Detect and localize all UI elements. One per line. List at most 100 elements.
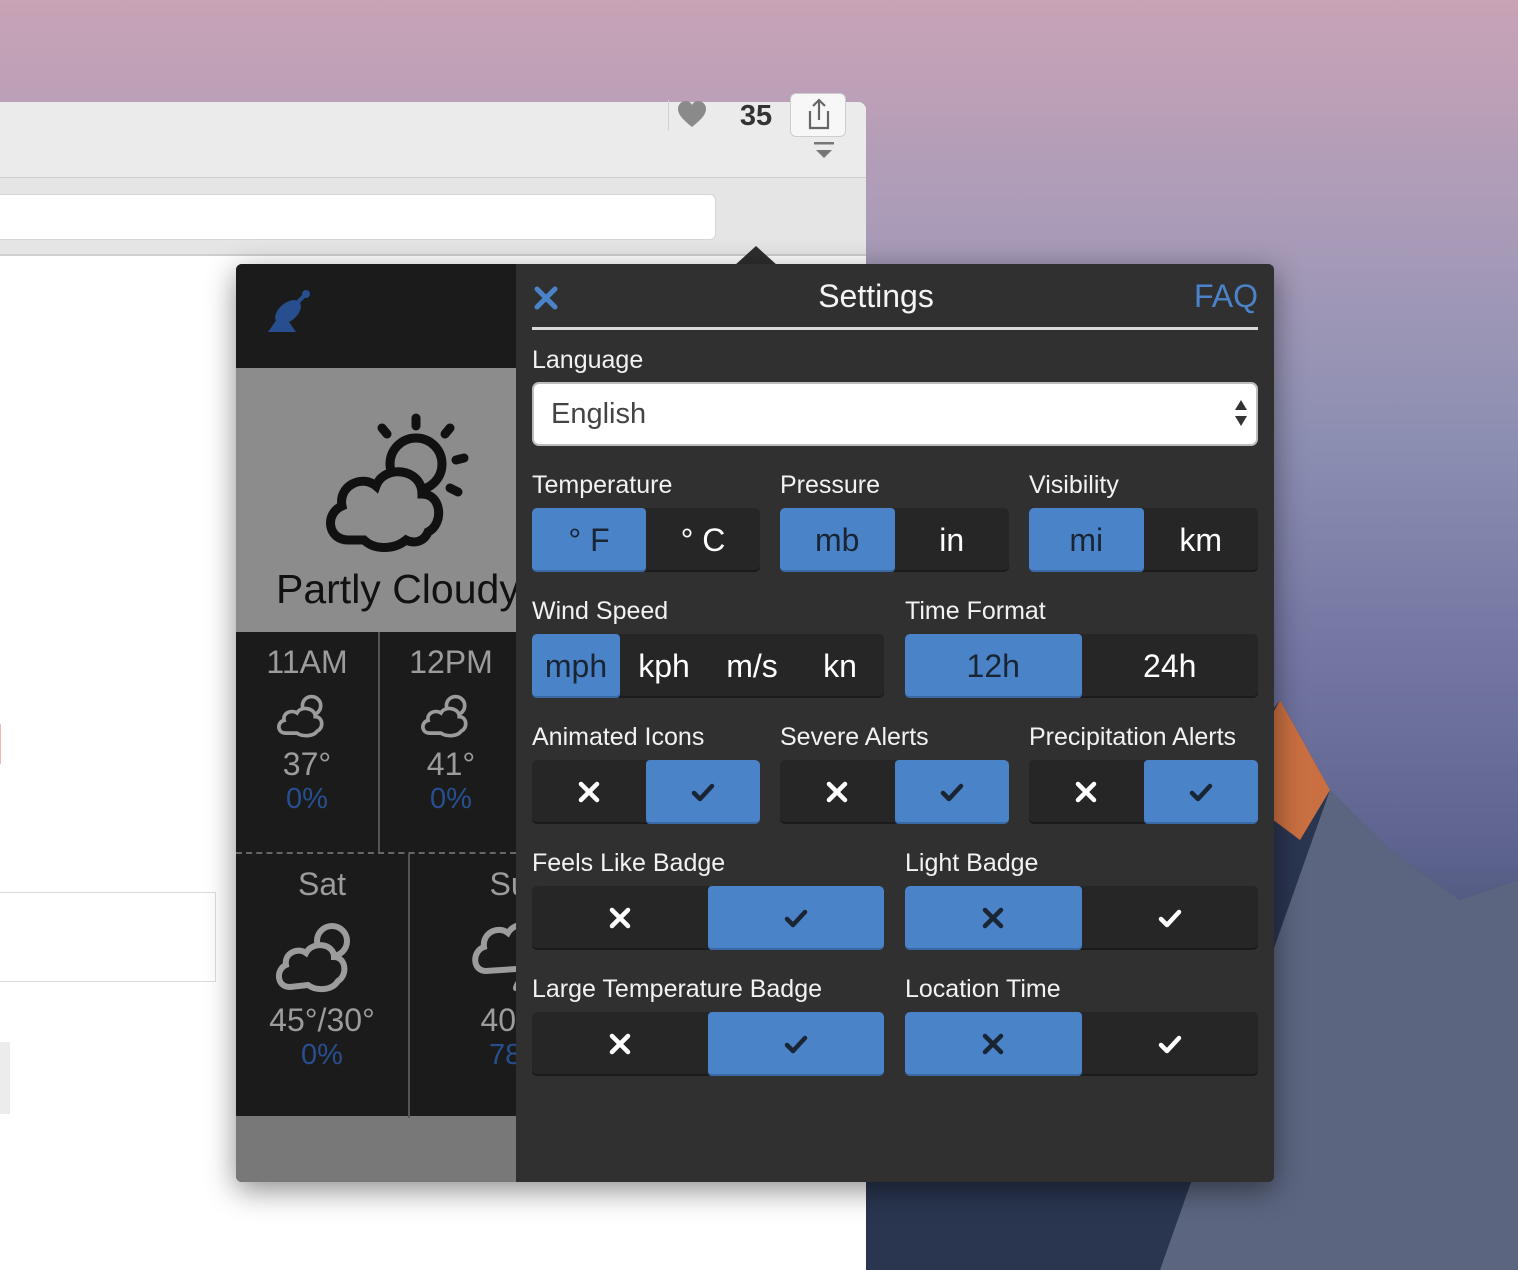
wind-speed-unit-toggle: mph kph m/s kn [532,634,884,698]
temperature-label: Temperature [532,471,673,499]
hour-precipitation: 0% [430,783,472,815]
hourly-forecast: 11AM 37° 0% 12PM 41° 0% [236,632,516,852]
severe-alerts-toggle [780,760,1009,824]
precipitation-alerts-on-option[interactable] [1143,760,1258,824]
day-label: Sun [489,866,516,902]
browser-toolbar [0,178,866,256]
settings-title: Settings [818,278,934,314]
light-badge-on-option[interactable] [1082,886,1259,950]
feels-like-badge-toggle [532,886,884,950]
forecast-divider [408,854,410,1118]
kilometers-option[interactable]: km [1144,508,1259,572]
day-temperature-range: 45°/30° [269,1002,375,1038]
day-temperature-range: 40°/3 [480,1002,516,1038]
weather-panel: Partly Cloudy 11AM 37° 0% 12PM 41° 0% Sa… [236,264,516,1182]
hour-temperature: 41° [426,746,476,782]
popup-caret [734,246,778,266]
time-format-label: Time Format [905,597,1046,625]
fahrenheit-option[interactable]: ° F [532,508,646,572]
animated-icons-on-option[interactable] [646,760,760,824]
day-precipitation: 0% [301,1039,343,1071]
large-temperature-badge-label: Large Temperature Badge [532,975,823,1003]
settings-panel: Settings FAQ Language English Temperatur… [516,264,1274,1182]
location-time-on-option[interactable] [1082,1012,1259,1076]
location-time-off-option[interactable] [905,1012,1082,1076]
x-mark-icon [1076,781,1097,803]
partly-cloudy-icon [421,694,468,738]
satellite-dish-logo-icon[interactable] [262,288,312,340]
x-mark-icon [609,1033,631,1055]
x-mark-icon [983,1033,1004,1055]
page-content-block [0,1042,10,1114]
checkmark-icon [691,783,715,802]
inches-option[interactable]: in [895,508,1010,572]
partly-cloudy-icon [277,694,324,738]
page-content-box [0,892,216,982]
severe-alerts-on-option[interactable] [894,760,1009,824]
large-temperature-badge-toggle [532,1012,884,1076]
24h-option[interactable]: 24h [1082,634,1259,698]
visibility-label: Visibility [1029,471,1119,499]
celsius-option[interactable]: ° C [646,508,760,572]
weather-header [236,264,516,368]
title-divider [532,327,1258,330]
address-bar-divider [668,100,669,130]
feels-like-badge-label: Feels Like Badge [532,849,726,877]
light-badge-label: Light Badge [905,849,1039,877]
hour-label: 12PM [409,644,493,680]
hour-label: 11AM [266,644,348,680]
x-mark-icon [983,907,1004,929]
location-time-toggle [905,1012,1258,1076]
extension-temperature-badge[interactable]: 35 [730,96,782,136]
animated-icons-toggle [532,760,760,824]
current-condition-text: Partly Cloudy [276,566,516,612]
x-mark-icon [827,781,848,803]
knots-option[interactable]: kn [796,634,884,698]
x-mark-icon [578,781,600,803]
12h-option[interactable]: 12h [905,634,1082,698]
select-arrows-icon [1235,400,1247,426]
weather-extension-popup: Partly Cloudy 11AM 37° 0% 12PM 41° 0% Sa… [236,264,1274,1182]
checkmark-icon [1189,783,1212,802]
mph-option[interactable]: mph [532,634,620,698]
precipitation-alerts-label: Precipitation Alerts [1029,723,1237,751]
animated-icons-off-option[interactable] [532,760,646,824]
daily-item: Sun 40°/3 78% [432,866,516,1072]
wind-speed-label: Wind Speed [532,597,669,625]
severe-alerts-off-option[interactable] [780,760,895,824]
miles-option[interactable]: mi [1029,508,1144,572]
rain-cloud-icon [472,923,516,991]
language-label: Language [532,346,644,374]
partly-cloudy-icon [276,923,350,993]
hourly-item: 12PM 41° 0% [380,644,516,816]
large-temperature-badge-off-option[interactable] [532,1012,708,1076]
meters-per-second-option[interactable]: m/s [708,634,796,698]
time-format-toggle: 12h 24h [905,634,1258,698]
precipitation-alerts-toggle [1029,760,1258,824]
checkmark-icon [784,909,808,928]
faq-link[interactable]: FAQ [1156,278,1258,315]
severe-alerts-label: Severe Alerts [780,723,929,751]
day-precipitation: 78% [488,1039,516,1071]
close-icon[interactable] [532,284,560,312]
partly-cloudy-icon [326,413,469,552]
large-temperature-badge-on-option[interactable] [708,1012,884,1076]
feels-like-badge-off-option[interactable] [532,886,708,950]
light-badge-off-option[interactable] [905,886,1082,950]
precipitation-alerts-off-option[interactable] [1029,760,1144,824]
checkmark-icon [940,783,963,802]
x-mark-icon [609,907,631,929]
hour-temperature: 37° [282,746,332,782]
share-button[interactable] [790,93,846,137]
language-select[interactable]: English [532,382,1258,446]
location-time-label: Location Time [905,975,1061,1003]
share-icon [808,98,830,130]
feels-like-badge-on-option[interactable] [708,886,884,950]
kph-option[interactable]: kph [620,634,708,698]
pressure-unit-toggle: mb in [780,508,1009,572]
heart-icon[interactable] [676,99,708,131]
page-content-mark [0,724,4,764]
millibar-option[interactable]: mb [780,508,895,572]
address-bar[interactable] [0,194,716,240]
checkmark-icon [1158,1035,1181,1054]
